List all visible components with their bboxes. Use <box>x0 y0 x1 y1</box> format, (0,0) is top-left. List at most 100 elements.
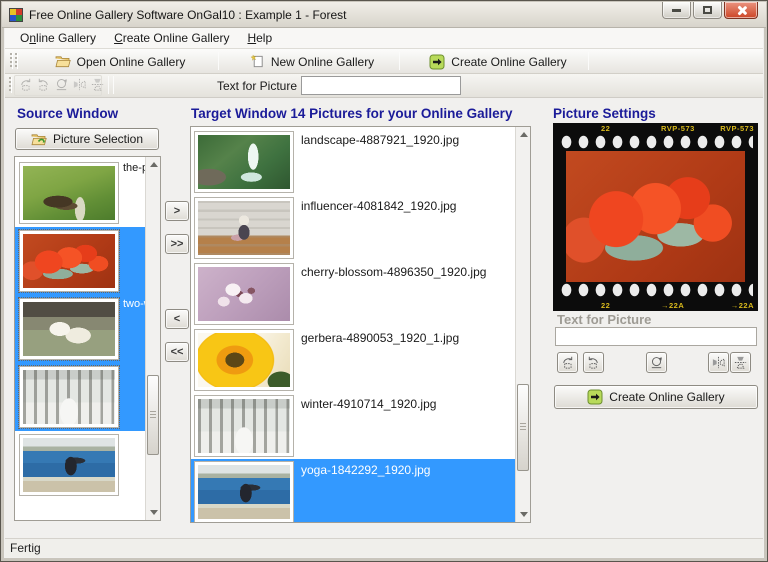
move-all-left-button[interactable]: << <box>165 342 189 362</box>
arrow-up-icon <box>149 162 158 167</box>
create-online-gallery-button[interactable]: Create Online Gallery <box>554 385 758 409</box>
open-online-gallery-button[interactable]: Open Online Gallery <box>27 51 213 72</box>
preview-image <box>566 151 745 282</box>
thumbnail-frame <box>194 263 294 325</box>
toolbar-separator <box>218 52 219 70</box>
thumbnail-image <box>198 267 290 321</box>
toolbar-separator <box>113 76 114 94</box>
maximize-icon <box>703 6 712 14</box>
menu-create-online-gallery[interactable]: Create Online Gallery <box>105 29 238 47</box>
scrollbar-thumb[interactable] <box>147 374 159 455</box>
menu-label-part: C <box>114 31 123 45</box>
source-list-item[interactable]: the-pa <box>15 159 147 227</box>
thumbnail-image <box>23 370 115 424</box>
new-online-gallery-button[interactable]: New Online Gallery <box>233 51 391 72</box>
status-text: Fertig <box>10 541 41 555</box>
source-list-item[interactable] <box>15 363 147 431</box>
arrow-up-icon <box>519 132 528 137</box>
minimize-button[interactable] <box>662 2 691 19</box>
thumbnail-image <box>198 135 290 189</box>
film-mark: →22A <box>661 301 685 310</box>
close-button[interactable] <box>724 2 758 19</box>
move-selected-left-button[interactable]: < <box>165 309 189 329</box>
film-mark: RVP-573 <box>720 124 754 133</box>
target-picture-list[interactable]: landscape-4887921_1920.jpg influencer-40… <box>190 126 531 523</box>
scroll-up-button[interactable] <box>146 157 160 172</box>
move-selected-right-button[interactable]: > <box>165 201 189 221</box>
menu-label-part: line Gallery <box>36 31 97 45</box>
toolbar-separator <box>399 52 400 70</box>
rotate-left-button[interactable] <box>18 77 33 95</box>
rotate-180-button[interactable] <box>646 352 667 373</box>
picture-toolbar: Text for Picture <box>5 74 763 98</box>
target-item-filename: yoga-1842292_1920.jpg <box>301 463 431 477</box>
create-online-gallery-toolbar-label: Create Online Gallery <box>451 54 567 69</box>
thumbnail-frame <box>194 395 294 457</box>
film-sprocket-holes <box>558 283 753 297</box>
target-list-item[interactable]: cherry-blossom-4896350_1920.jpg <box>191 261 517 327</box>
status-bar: Fertig <box>5 538 763 557</box>
source-scrollbar[interactable] <box>145 157 160 520</box>
rotate-right-button[interactable] <box>36 77 51 95</box>
open-folder-icon <box>55 56 71 68</box>
film-mark: 22 <box>601 124 611 133</box>
rotate-right-button[interactable] <box>583 352 604 373</box>
target-item-filename: landscape-4887921_1920.jpg <box>301 133 460 147</box>
green-arrow-icon <box>429 54 445 69</box>
thumbnail-image <box>198 465 290 519</box>
target-window-heading: Target Window 14 Pictures for your Onlin… <box>191 106 513 121</box>
target-item-filename: gerbera-4890053_1920_1.jpg <box>301 331 460 345</box>
close-icon <box>736 5 747 16</box>
scroll-up-button[interactable] <box>516 127 530 142</box>
thumbnail-frame <box>18 297 120 361</box>
green-arrow-icon <box>587 389 603 405</box>
menu-help[interactable]: Help <box>238 29 281 47</box>
menu-label-part: H <box>247 31 257 45</box>
rotate-180-button[interactable] <box>54 77 69 95</box>
thumbnail-frame <box>19 434 119 496</box>
open-online-gallery-label: Open Online Gallery <box>76 54 186 69</box>
menu-online-gallery[interactable]: Online Gallery <box>11 29 105 47</box>
thumbnail-image <box>198 333 290 387</box>
thumbnail-image <box>23 302 115 356</box>
scroll-down-button[interactable] <box>516 507 530 522</box>
film-mark: RVP-573 <box>661 124 695 133</box>
target-item-filename: cherry-blossom-4896350_1920.jpg <box>301 265 487 279</box>
toolbar-grip[interactable] <box>9 77 12 93</box>
window-title: Free Online Gallery Software OnGal10 : E… <box>29 7 347 22</box>
move-all-right-button[interactable]: >> <box>165 234 189 254</box>
flip-vertical-button[interactable] <box>90 77 105 95</box>
minimize-icon <box>672 8 681 12</box>
target-list-item[interactable]: gerbera-4890053_1920_1.jpg <box>191 327 517 393</box>
source-picture-list[interactable]: the-pa two-w <box>14 156 161 521</box>
create-online-gallery-label: Create Online Gallery <box>609 390 725 404</box>
source-item-label: the-pa <box>123 162 147 174</box>
target-list-item[interactable]: landscape-4887921_1920.jpg <box>191 129 517 195</box>
source-list-item[interactable] <box>15 227 147 295</box>
thumbnail-frame <box>194 131 294 193</box>
target-list-item[interactable]: winter-4910714_1920.jpg <box>191 393 517 459</box>
create-online-gallery-toolbar-button[interactable]: Create Online Gallery <box>414 51 582 72</box>
picture-settings-heading: Picture Settings <box>553 106 656 121</box>
maximize-button[interactable] <box>693 2 722 19</box>
settings-text-for-picture-input[interactable] <box>555 327 757 346</box>
menu-bar: Online Gallery Create Online Gallery Hel… <box>5 28 763 49</box>
target-list-item[interactable]: yoga-1842292_1920.jpg <box>191 459 517 522</box>
rotate-left-button[interactable] <box>557 352 578 373</box>
menu-label-part: reate Online Gallery <box>122 31 230 45</box>
flip-horizontal-button[interactable] <box>72 77 87 95</box>
source-list-item[interactable]: two-w <box>15 295 147 363</box>
scrollbar-thumb[interactable] <box>517 383 529 471</box>
scroll-down-button[interactable] <box>146 505 160 520</box>
text-for-picture-input[interactable] <box>301 76 461 95</box>
toolbar-grip[interactable] <box>10 53 13 69</box>
flip-horizontal-button[interactable] <box>708 352 729 373</box>
toolbar-grip[interactable] <box>15 53 18 69</box>
target-scrollbar[interactable] <box>515 127 530 522</box>
thumbnail-frame <box>194 197 294 259</box>
source-list-item[interactable] <box>15 431 147 499</box>
flip-vertical-button[interactable] <box>730 352 751 373</box>
thumbnail-image <box>23 166 115 220</box>
picture-selection-button[interactable]: Picture Selection <box>15 128 159 150</box>
target-list-item[interactable]: influencer-4081842_1920.jpg <box>191 195 517 261</box>
